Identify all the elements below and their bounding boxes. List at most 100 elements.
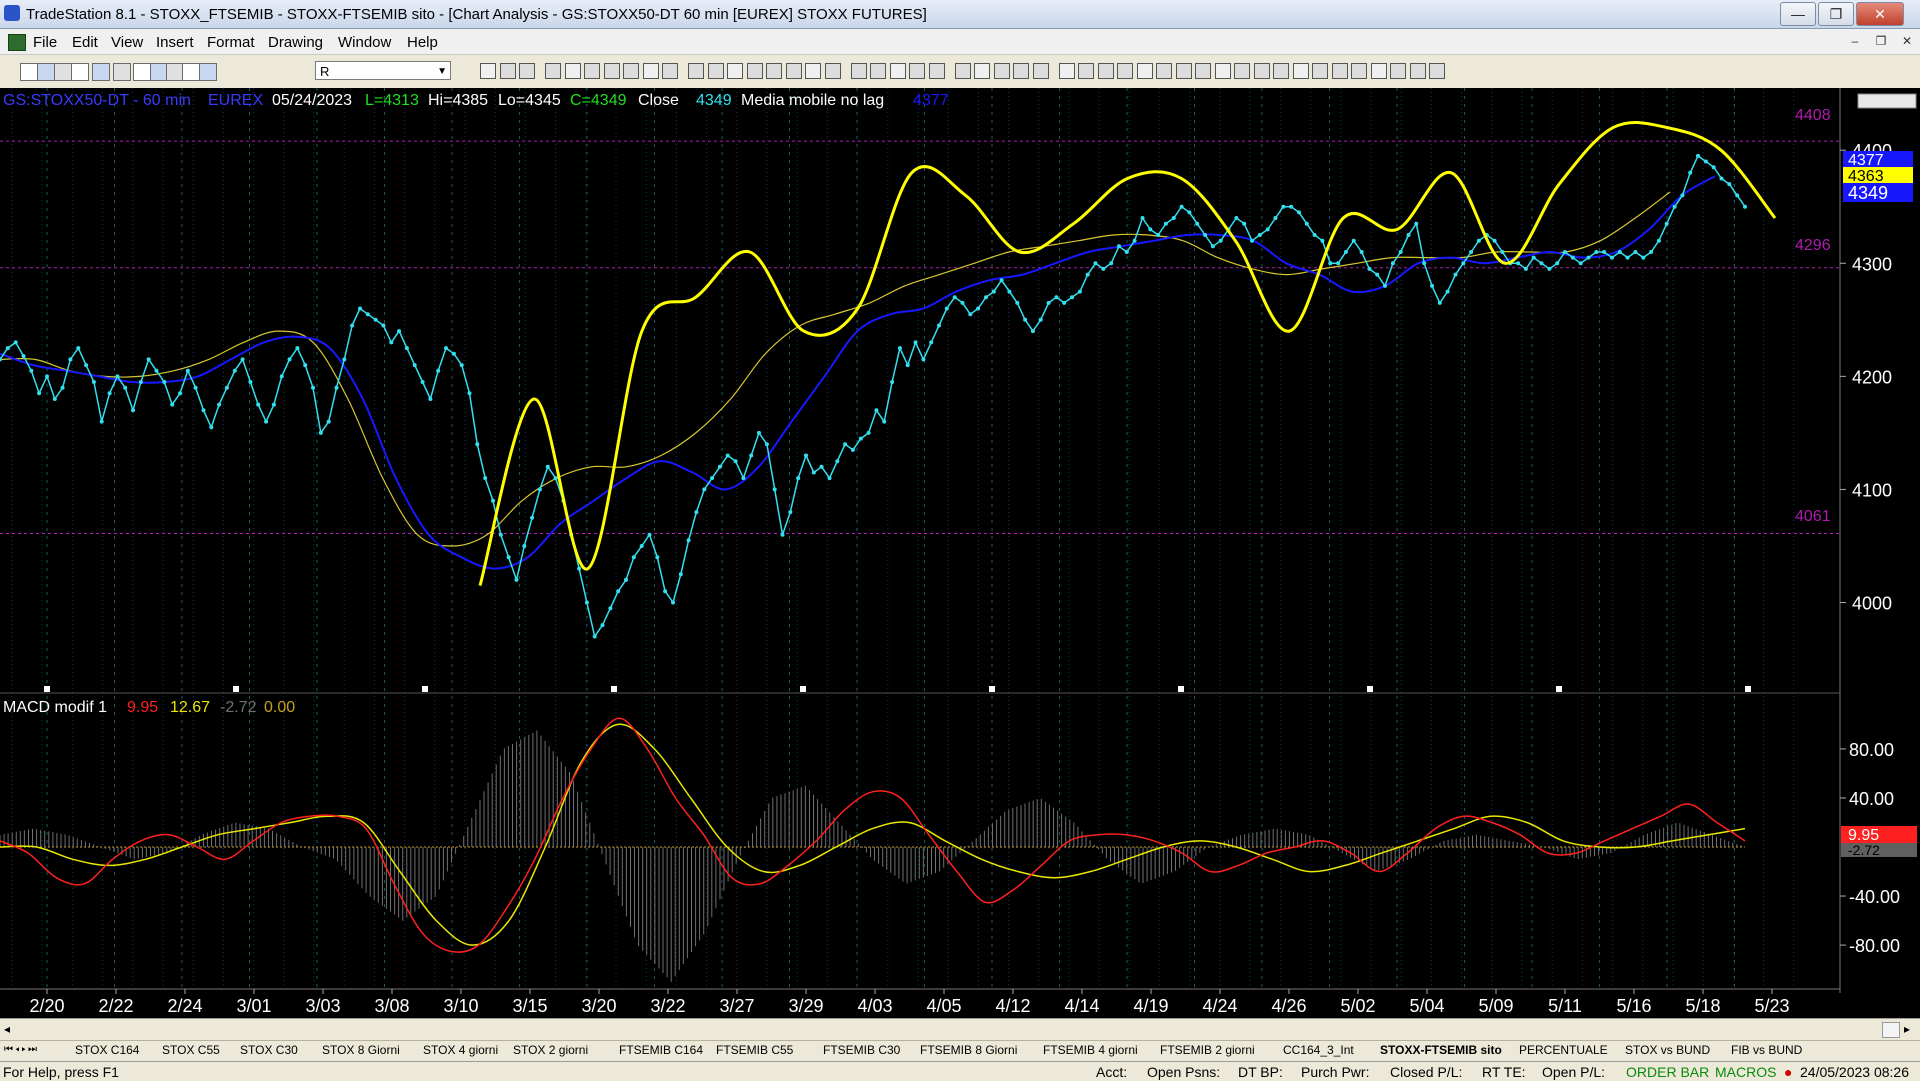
open-icon[interactable] — [37, 63, 55, 81]
arrow-up-icon[interactable] — [1351, 63, 1367, 79]
grid-icon[interactable] — [519, 63, 535, 79]
tab-cc164-3-int[interactable]: CC164_3_Int — [1283, 1043, 1354, 1057]
arc-icon[interactable] — [1331, 63, 1348, 79]
cursor-icon[interactable] — [584, 63, 600, 79]
horizontal-scrollbar[interactable]: ◂ ▸ — [0, 1018, 1920, 1040]
save-icon[interactable] — [54, 63, 72, 81]
tab-ftsemib-2-giorni[interactable]: FTSEMIB 2 giorni — [1160, 1043, 1255, 1057]
scroll-left-icon[interactable]: ◂ — [4, 1022, 10, 1036]
vline-icon[interactable] — [1292, 63, 1309, 79]
cursor-icon[interactable] — [1234, 63, 1250, 79]
tab-percentuale[interactable]: PERCENTUALE — [1519, 1043, 1608, 1057]
zoom-out-icon[interactable] — [889, 63, 906, 79]
mdi-minimize-button[interactable]: – — [1846, 32, 1864, 50]
grid-icon[interactable] — [850, 63, 867, 79]
arc-icon[interactable] — [1013, 63, 1029, 79]
arrow-up-icon[interactable] — [707, 63, 724, 79]
chart-icon[interactable] — [480, 63, 496, 79]
tab-ftsemib-c55[interactable]: FTSEMIB C55 — [716, 1043, 793, 1057]
maximize-button[interactable]: ❐ — [1818, 2, 1854, 26]
minimize-button[interactable]: — — [1780, 2, 1816, 26]
close-button[interactable]: ✕ — [1856, 2, 1904, 26]
tab-stox-8-giorni[interactable]: STOX 8 Giorni — [322, 1043, 400, 1057]
status-macros[interactable]: MACROS — [1715, 1064, 1776, 1080]
tab-stox-4-giorni[interactable]: STOX 4 giorni — [423, 1043, 498, 1057]
text-icon[interactable] — [1429, 63, 1445, 79]
menu-file[interactable]: File — [33, 34, 57, 51]
tab-stox-c164[interactable]: STOX C164 — [75, 1043, 139, 1057]
arrow-up-icon[interactable] — [1032, 63, 1049, 79]
rect-icon[interactable] — [1409, 63, 1426, 79]
circle-icon[interactable] — [746, 63, 763, 79]
tab-ftsemib-c164[interactable]: FTSEMIB C164 — [619, 1043, 703, 1057]
chart-svg[interactable]: GS:STOXX50-DT - 60 min EUREX 05/24/2023 … — [0, 88, 1920, 1018]
text-icon[interactable] — [785, 63, 802, 79]
grid-icon[interactable] — [1175, 63, 1192, 79]
mdi-close-button[interactable]: ✕ — [1898, 32, 1916, 50]
tab-ftsemib-c30[interactable]: FTSEMIB C30 — [823, 1043, 900, 1057]
subwindow-controls[interactable] — [1857, 93, 1917, 109]
zoom-in-icon[interactable] — [870, 63, 886, 79]
cursor-icon[interactable] — [909, 63, 925, 79]
rect-icon[interactable] — [1097, 63, 1114, 79]
chart-window[interactable]: GS:STOXX50-DT - 60 min EUREX 05/24/2023 … — [0, 88, 1920, 1018]
scroll-thumb[interactable] — [1882, 1022, 1900, 1038]
tab-stox-2-giorni[interactable]: STOX 2 giorni — [513, 1043, 588, 1057]
chart-icon[interactable] — [805, 63, 821, 79]
menu-view[interactable]: View — [111, 34, 143, 51]
arrow-down-icon[interactable] — [1370, 63, 1387, 79]
trendline-icon[interactable] — [928, 63, 945, 79]
zoom-in-icon[interactable] — [1195, 63, 1211, 79]
text-icon[interactable] — [1117, 63, 1133, 79]
vline-icon[interactable] — [974, 63, 990, 79]
copy-icon[interactable] — [71, 63, 89, 81]
tab-fib-vs-bund[interactable]: FIB vs BUND — [1731, 1043, 1802, 1057]
brush-icon[interactable] — [182, 63, 200, 81]
bars-icon[interactable] — [1156, 63, 1172, 79]
fib-icon[interactable] — [662, 63, 678, 79]
menu-help[interactable]: Help — [407, 34, 438, 51]
tab-stox-c30[interactable]: STOX C30 — [240, 1043, 298, 1057]
menu-edit[interactable]: Edit — [72, 34, 98, 51]
menu-drawing[interactable]: Drawing — [268, 34, 323, 51]
trendline-icon[interactable] — [603, 63, 620, 79]
arrow-down-icon[interactable] — [727, 63, 743, 79]
window-icon[interactable] — [133, 63, 151, 81]
circle-icon[interactable] — [1078, 63, 1094, 79]
tab-nav-icons[interactable]: ⏮◂▸⏭ — [4, 1044, 39, 1055]
hline-icon[interactable] — [623, 63, 639, 79]
tab-ftsemib-4-giorni[interactable]: FTSEMIB 4 giorni — [1043, 1043, 1138, 1057]
tab-ftsemib-8-giorni[interactable]: FTSEMIB 8 Giorni — [920, 1043, 1017, 1057]
globe-icon[interactable] — [199, 63, 217, 81]
new-icon[interactable] — [20, 63, 38, 81]
vline-icon[interactable] — [642, 63, 659, 79]
menu-insert[interactable]: Insert — [156, 34, 194, 51]
arc-icon[interactable] — [688, 63, 704, 79]
zoom-out-icon[interactable] — [1214, 63, 1231, 79]
mdi-restore-button[interactable]: ❐ — [1872, 32, 1890, 50]
printer-icon[interactable] — [113, 63, 131, 81]
fib-icon[interactable] — [993, 63, 1010, 79]
tab-stoxx-ftsemib-sito[interactable]: STOXX-FTSEMIB sito — [1380, 1043, 1502, 1057]
print-icon[interactable] — [92, 63, 110, 81]
zoom-in-icon[interactable] — [545, 63, 561, 79]
menu-window[interactable]: Window — [338, 34, 391, 51]
status-order-bar[interactable]: ORDER BAR — [1626, 1064, 1709, 1080]
circle-icon[interactable] — [1390, 63, 1406, 79]
bars-icon[interactable] — [499, 63, 516, 79]
tab-stox-c55[interactable]: STOX C55 — [162, 1043, 220, 1057]
bars-icon[interactable] — [824, 63, 841, 79]
hline-icon[interactable] — [1273, 63, 1289, 79]
document-icon[interactable] — [8, 34, 26, 51]
menu-format[interactable]: Format — [207, 34, 255, 51]
chart-icon[interactable] — [1136, 63, 1153, 79]
arrow-down-icon[interactable] — [1058, 63, 1075, 79]
scroll-right-icon[interactable]: ▸ — [1904, 1022, 1910, 1036]
tab-stox-vs-bund[interactable]: STOX vs BUND — [1625, 1043, 1710, 1057]
fib-icon[interactable] — [1312, 63, 1328, 79]
hline-icon[interactable] — [954, 63, 971, 79]
rect-icon[interactable] — [766, 63, 782, 79]
zoom-out-icon[interactable] — [564, 63, 581, 79]
trendline-icon[interactable] — [1253, 63, 1270, 79]
symbol-combo[interactable]: R ▼ — [315, 61, 451, 80]
